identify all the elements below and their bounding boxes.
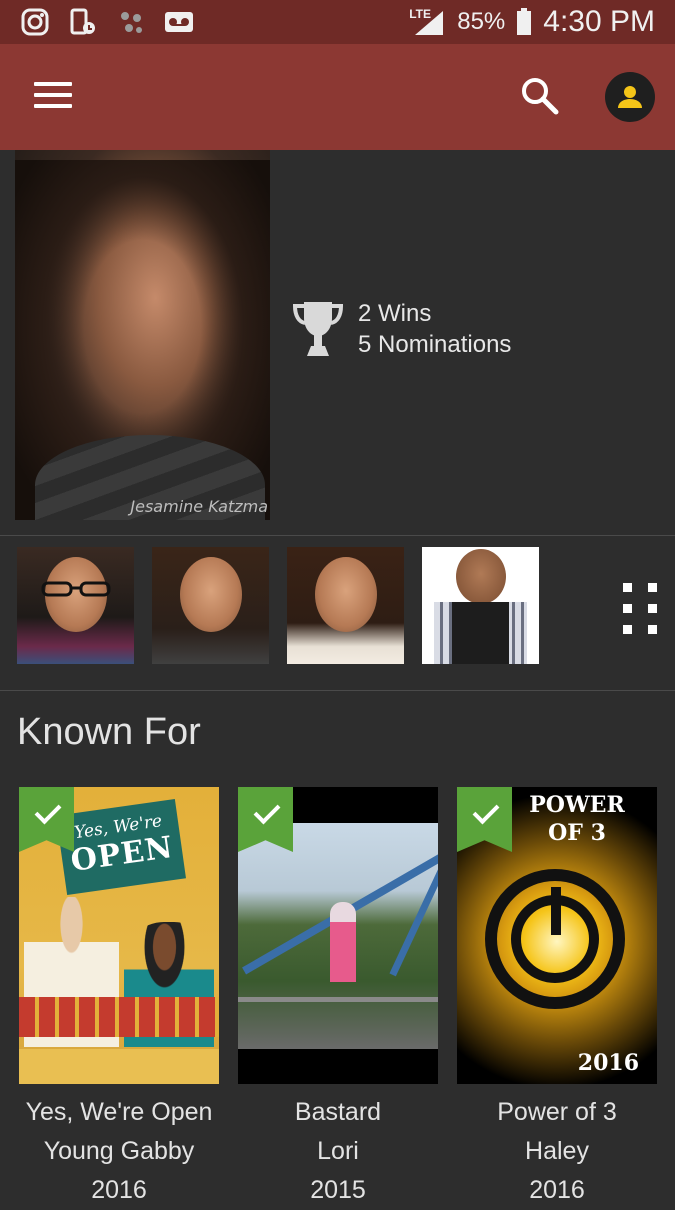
- divider: [0, 690, 675, 691]
- profile-photo[interactable]: Jesamine Katzma: [15, 150, 270, 520]
- movie-year: 2016: [91, 1176, 147, 1204]
- divider: [0, 535, 675, 536]
- grid-icon[interactable]: [623, 583, 657, 635]
- trophy-icon: [292, 298, 344, 360]
- known-for-title: Known For: [17, 711, 201, 753]
- photo-thumbnail[interactable]: [422, 547, 539, 664]
- dots-icon: [116, 7, 146, 37]
- movie-year: 2016: [529, 1176, 585, 1204]
- photo-thumbnail[interactable]: [287, 547, 404, 664]
- movie-year: 2015: [310, 1176, 366, 1204]
- poster-bastard[interactable]: [238, 787, 438, 1084]
- known-for-caption[interactable]: Bastard Lori 2015: [228, 1093, 448, 1210]
- nominations-count: 5 Nominations: [358, 331, 512, 358]
- account-icon[interactable]: [605, 72, 655, 122]
- clock: 4:30 PM: [543, 5, 655, 38]
- network-type: LTE: [409, 7, 431, 21]
- menu-icon[interactable]: [34, 82, 72, 112]
- app-bar: [0, 44, 675, 150]
- voicemail-icon: [164, 7, 194, 37]
- movie-title: Bastard: [294, 1098, 382, 1126]
- character-name: Haley: [525, 1137, 589, 1165]
- battery-icon: [515, 7, 533, 37]
- known-for-caption[interactable]: Yes, We're Open Young Gabby 2016: [9, 1093, 229, 1210]
- poster-title-sign: Yes, We're OPEN: [56, 799, 186, 895]
- known-for-caption[interactable]: Power of 3 Haley 2016: [447, 1093, 667, 1210]
- movie-title: Yes, We're Open: [25, 1098, 213, 1126]
- instagram-icon: [20, 7, 50, 37]
- poster-power-of-3[interactable]: POWER OF 3 2016: [457, 787, 657, 1084]
- status-bar: LTE 85% 4:30 PM: [0, 0, 675, 44]
- signal-icon: LTE: [409, 7, 447, 37]
- movie-title: Power of 3: [497, 1098, 617, 1126]
- character-name: Young Gabby: [43, 1137, 195, 1165]
- photo-thumbnail[interactable]: [17, 547, 134, 664]
- battery-level: 85%: [457, 8, 506, 35]
- wins-count: 2 Wins: [358, 300, 432, 327]
- photo-thumbnail[interactable]: [152, 547, 269, 664]
- character-name: Lori: [317, 1137, 359, 1165]
- watched-check-icon[interactable]: [19, 787, 74, 852]
- search-icon[interactable]: [520, 76, 560, 116]
- poster-year: 2016: [577, 1050, 639, 1076]
- awards-summary[interactable]: 2 Wins 5 Nominations: [292, 298, 511, 360]
- phone-clock-icon: [68, 7, 98, 37]
- photo-watermark: Jesamine Katzma: [130, 497, 268, 516]
- poster-yes-were-open[interactable]: Yes, We're OPEN: [19, 787, 219, 1084]
